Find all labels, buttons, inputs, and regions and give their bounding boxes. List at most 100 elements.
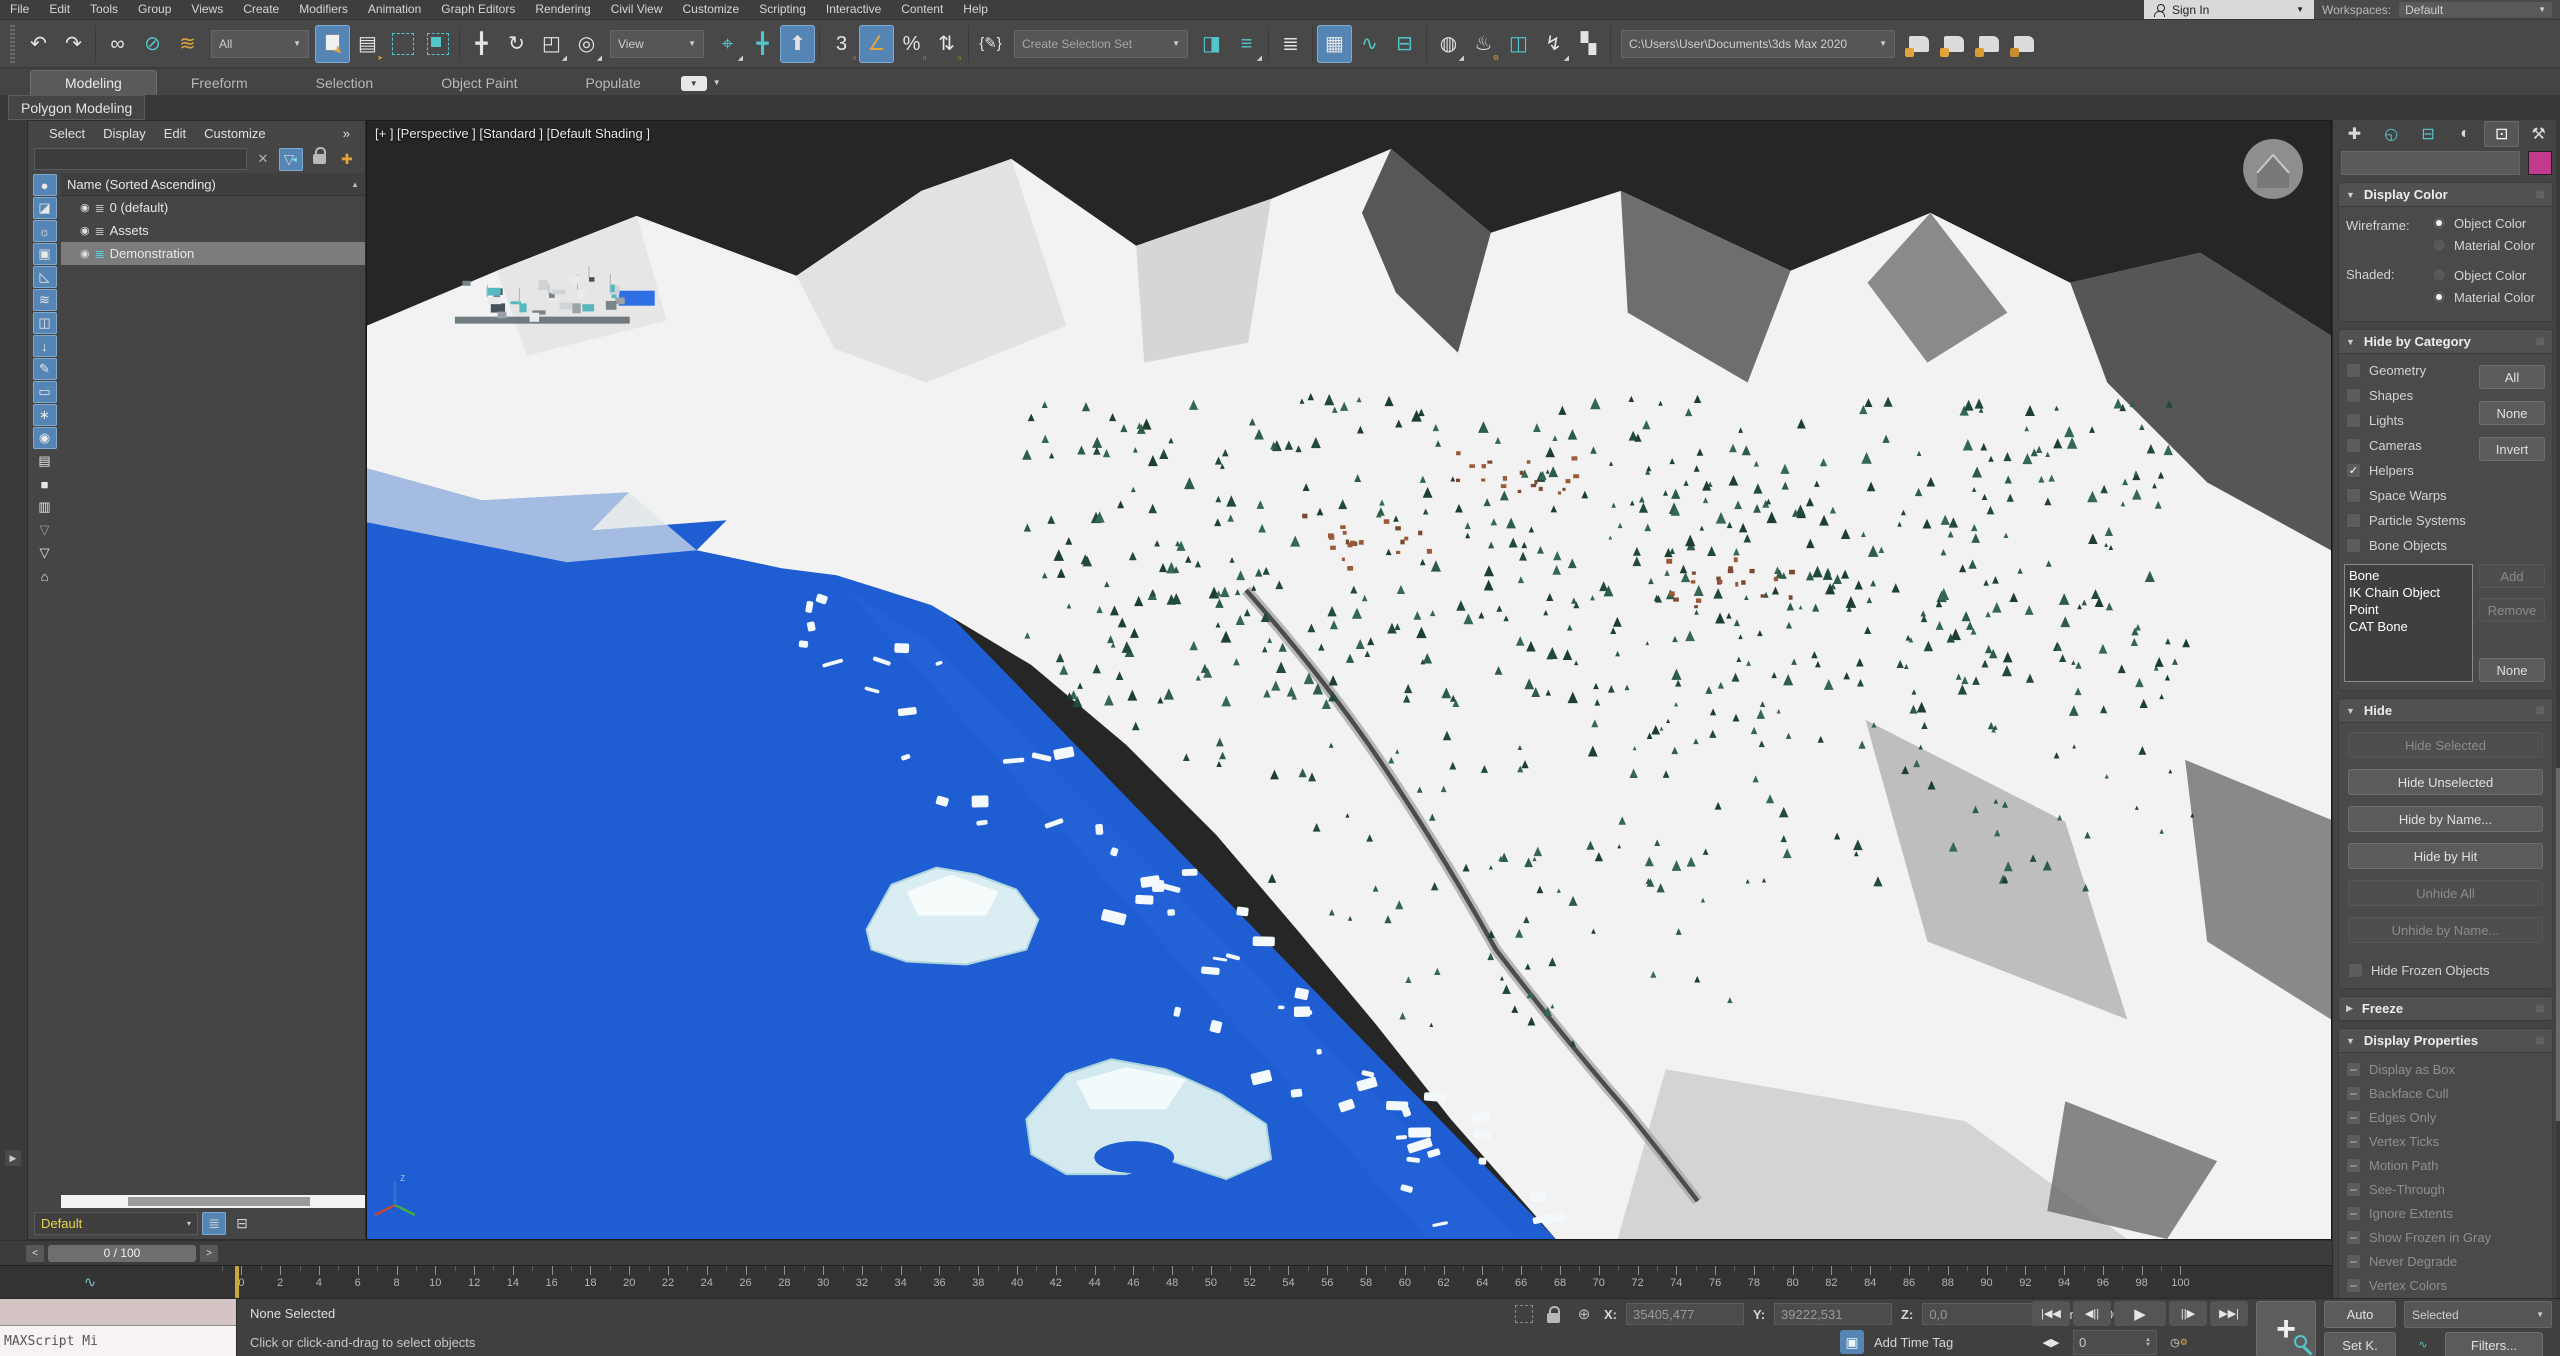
timeline-tick[interactable]: 8 <box>377 1266 416 1299</box>
timeline-tick[interactable]: 94 <box>2045 1266 2084 1299</box>
hide-action-button[interactable]: Hide Unselected <box>2348 769 2543 795</box>
track-bar[interactable]: ∿ 02468101214161820222426283032343638404… <box>0 1265 2332 1298</box>
timeline-tick[interactable]: 96 <box>2084 1266 2123 1299</box>
ribbon-tab[interactable]: Modeling <box>30 70 157 95</box>
timeline-tick[interactable]: 0 <box>222 1266 261 1299</box>
utilities-tab-icon[interactable]: ⚒ <box>2521 121 2556 147</box>
menu-item[interactable]: Graph Editors <box>431 0 525 19</box>
create-tab-icon[interactable]: ✚ <box>2337 121 2372 147</box>
hierarchy-tab-icon[interactable]: ⊟ <box>2411 121 2446 147</box>
select-place-button[interactable]: ◎◢ <box>569 25 604 63</box>
mirror-button[interactable]: ◨ <box>1194 25 1229 63</box>
timeline-tick[interactable]: 54 <box>1269 1266 1308 1299</box>
custom-category-list[interactable]: BoneIK Chain ObjectPointCAT Bone <box>2344 564 2473 682</box>
z-coordinate-field[interactable]: 0,0 <box>1922 1303 2040 1325</box>
select-scale-button[interactable]: ◰◢ <box>534 25 569 63</box>
schematic-view-button[interactable]: ⊟ <box>1387 25 1422 63</box>
hide-action-button[interactable]: Unhide by Name... <box>2348 917 2543 943</box>
chevron-down-icon[interactable]: ▼ <box>713 78 721 87</box>
scene-layer-row[interactable]: ◉ ≣ Assets <box>61 219 365 242</box>
maxscript-macro-pane[interactable] <box>0 1299 236 1326</box>
timeline-tick[interactable]: 30 <box>804 1266 843 1299</box>
category-list-item[interactable]: Point <box>2349 601 2468 618</box>
category-list-item[interactable]: Bone <box>2349 567 2468 584</box>
material-editor-button[interactable]: ◍◢ <box>1431 25 1466 63</box>
timeline-tick[interactable]: 10 <box>416 1266 455 1299</box>
maxscript-listener-pane[interactable]: MAXScript Mi <box>0 1326 236 1356</box>
ribbon-tab[interactable]: Selection <box>282 71 408 95</box>
unlink-button[interactable]: ⊘ <box>135 25 170 63</box>
category-checkbox-row[interactable]: Geometry <box>2346 363 2479 378</box>
timeline-tick[interactable]: 44 <box>1075 1266 1114 1299</box>
time-slider[interactable]: 0 / 100 <box>48 1245 196 1262</box>
timeline-tick[interactable]: 4 <box>300 1266 339 1299</box>
filters-button[interactable]: Filters... <box>2445 1332 2543 1356</box>
hide-frozen-row[interactable]: Hide Frozen Objects <box>2339 963 2552 988</box>
toolbar-drag-handle[interactable] <box>10 25 15 63</box>
horizontal-scrollbar[interactable] <box>61 1195 365 1208</box>
timeline-tick[interactable]: 14 <box>493 1266 532 1299</box>
timeline-tick[interactable]: 46 <box>1114 1266 1153 1299</box>
display-property-row[interactable]: Backface Cull <box>2346 1086 2545 1101</box>
timeline-tick[interactable]: 80 <box>1773 1266 1812 1299</box>
isolate-cube-icon[interactable]: ▣ <box>1840 1330 1864 1354</box>
select-object-button[interactable] <box>315 25 350 63</box>
timeline-tick[interactable]: 6 <box>338 1266 377 1299</box>
display-property-row[interactable]: Show Frozen in Gray <box>2346 1230 2545 1245</box>
select-link-button[interactable]: ∞ <box>100 25 135 63</box>
category-checkbox-row[interactable]: Particle Systems <box>2346 513 2479 528</box>
display-filter-toggle[interactable]: ≋ <box>33 289 57 311</box>
filter-icon[interactable]: ▽◄ <box>279 148 303 171</box>
hide-action-button[interactable]: Hide by Hit <box>2348 843 2543 869</box>
timeline-tick[interactable]: 78 <box>1734 1266 1773 1299</box>
timeline-tick[interactable]: 16 <box>532 1266 571 1299</box>
curve-editor-button[interactable]: ∿ <box>1352 25 1387 63</box>
display-property-row[interactable]: Ignore Extents <box>2346 1206 2545 1221</box>
category-checkbox-row[interactable]: Cameras <box>2346 438 2479 453</box>
timeline-tick[interactable]: 72 <box>1618 1266 1657 1299</box>
menu-item[interactable]: Scripting <box>749 0 816 19</box>
category-checkbox-row[interactable]: Shapes <box>2346 388 2479 403</box>
hide-by-category-header[interactable]: ▼ Hide by Category ▦ <box>2339 330 2552 354</box>
timeline-tick[interactable]: 100 <box>2161 1266 2200 1299</box>
display-filter-toggle[interactable]: ◉ <box>33 427 57 449</box>
layers-view-toggle[interactable]: ≣ <box>202 1212 226 1235</box>
window-crossing-button[interactable] <box>420 25 455 63</box>
render-production-button[interactable]: ↯◢ <box>1536 25 1571 63</box>
keyboard-override-button[interactable]: ⬆ <box>780 25 815 63</box>
spinner-snap-button[interactable]: ⇅∩ <box>929 25 964 63</box>
render-ab-button[interactable]: ▚ <box>1571 25 1606 63</box>
absolute-mode-icon[interactable]: ⊕ <box>1573 1303 1595 1325</box>
category-checkbox-row[interactable]: Lights <box>2346 413 2479 428</box>
scene-layer-row[interactable]: ◉ ≣ 0 (default) <box>61 196 365 219</box>
display-filter-toggle[interactable]: ▥ <box>33 496 57 518</box>
timeline-tick[interactable]: 86 <box>1890 1266 1929 1299</box>
set-keys-button[interactable]: + <box>2256 1301 2316 1356</box>
display-filter-toggle[interactable]: ↓ <box>33 335 57 357</box>
timeline-tick[interactable]: 26 <box>726 1266 765 1299</box>
visibility-eye-icon[interactable]: ◉ <box>80 224 90 237</box>
add-button[interactable]: Add <box>2479 564 2545 588</box>
menu-item[interactable]: Content <box>891 0 953 19</box>
rectangular-selection-button[interactable] <box>385 25 420 63</box>
timeline-tick[interactable]: 90 <box>1967 1266 2006 1299</box>
x-coordinate-field[interactable]: 35405,477 <box>1626 1303 1744 1325</box>
display-filter-toggle[interactable]: ⌂ <box>33 565 57 587</box>
snaps-toggle-button[interactable]: 3∩ <box>824 25 859 63</box>
menu-item[interactable]: Views <box>181 0 233 19</box>
viewport-scene[interactable]: z <box>367 121 2331 1239</box>
maxscript-mini-listener[interactable]: MAXScript Mi <box>0 1299 237 1356</box>
y-coordinate-field[interactable]: 39222,531 <box>1774 1303 1892 1325</box>
time-slider-marker[interactable] <box>235 1266 239 1299</box>
ribbon-minimize-icon[interactable]: ▼ <box>681 76 707 91</box>
ribbon-tab[interactable]: Object Paint <box>407 71 551 95</box>
undo-button[interactable]: ↶ <box>21 25 56 63</box>
scene-notes-button[interactable] <box>2006 25 2041 63</box>
timeline-tick[interactable]: 70 <box>1579 1266 1618 1299</box>
select-manipulate-button[interactable]: ╋ <box>745 25 780 63</box>
timeline-tick[interactable]: 74 <box>1657 1266 1696 1299</box>
render-setup-button[interactable]: ♨⚙ <box>1466 25 1501 63</box>
category-checkbox-row[interactable]: Space Warps <box>2346 488 2479 503</box>
remove-button[interactable]: Remove <box>2479 598 2545 622</box>
scene-explorer-menu-item[interactable]: Display <box>94 126 155 141</box>
